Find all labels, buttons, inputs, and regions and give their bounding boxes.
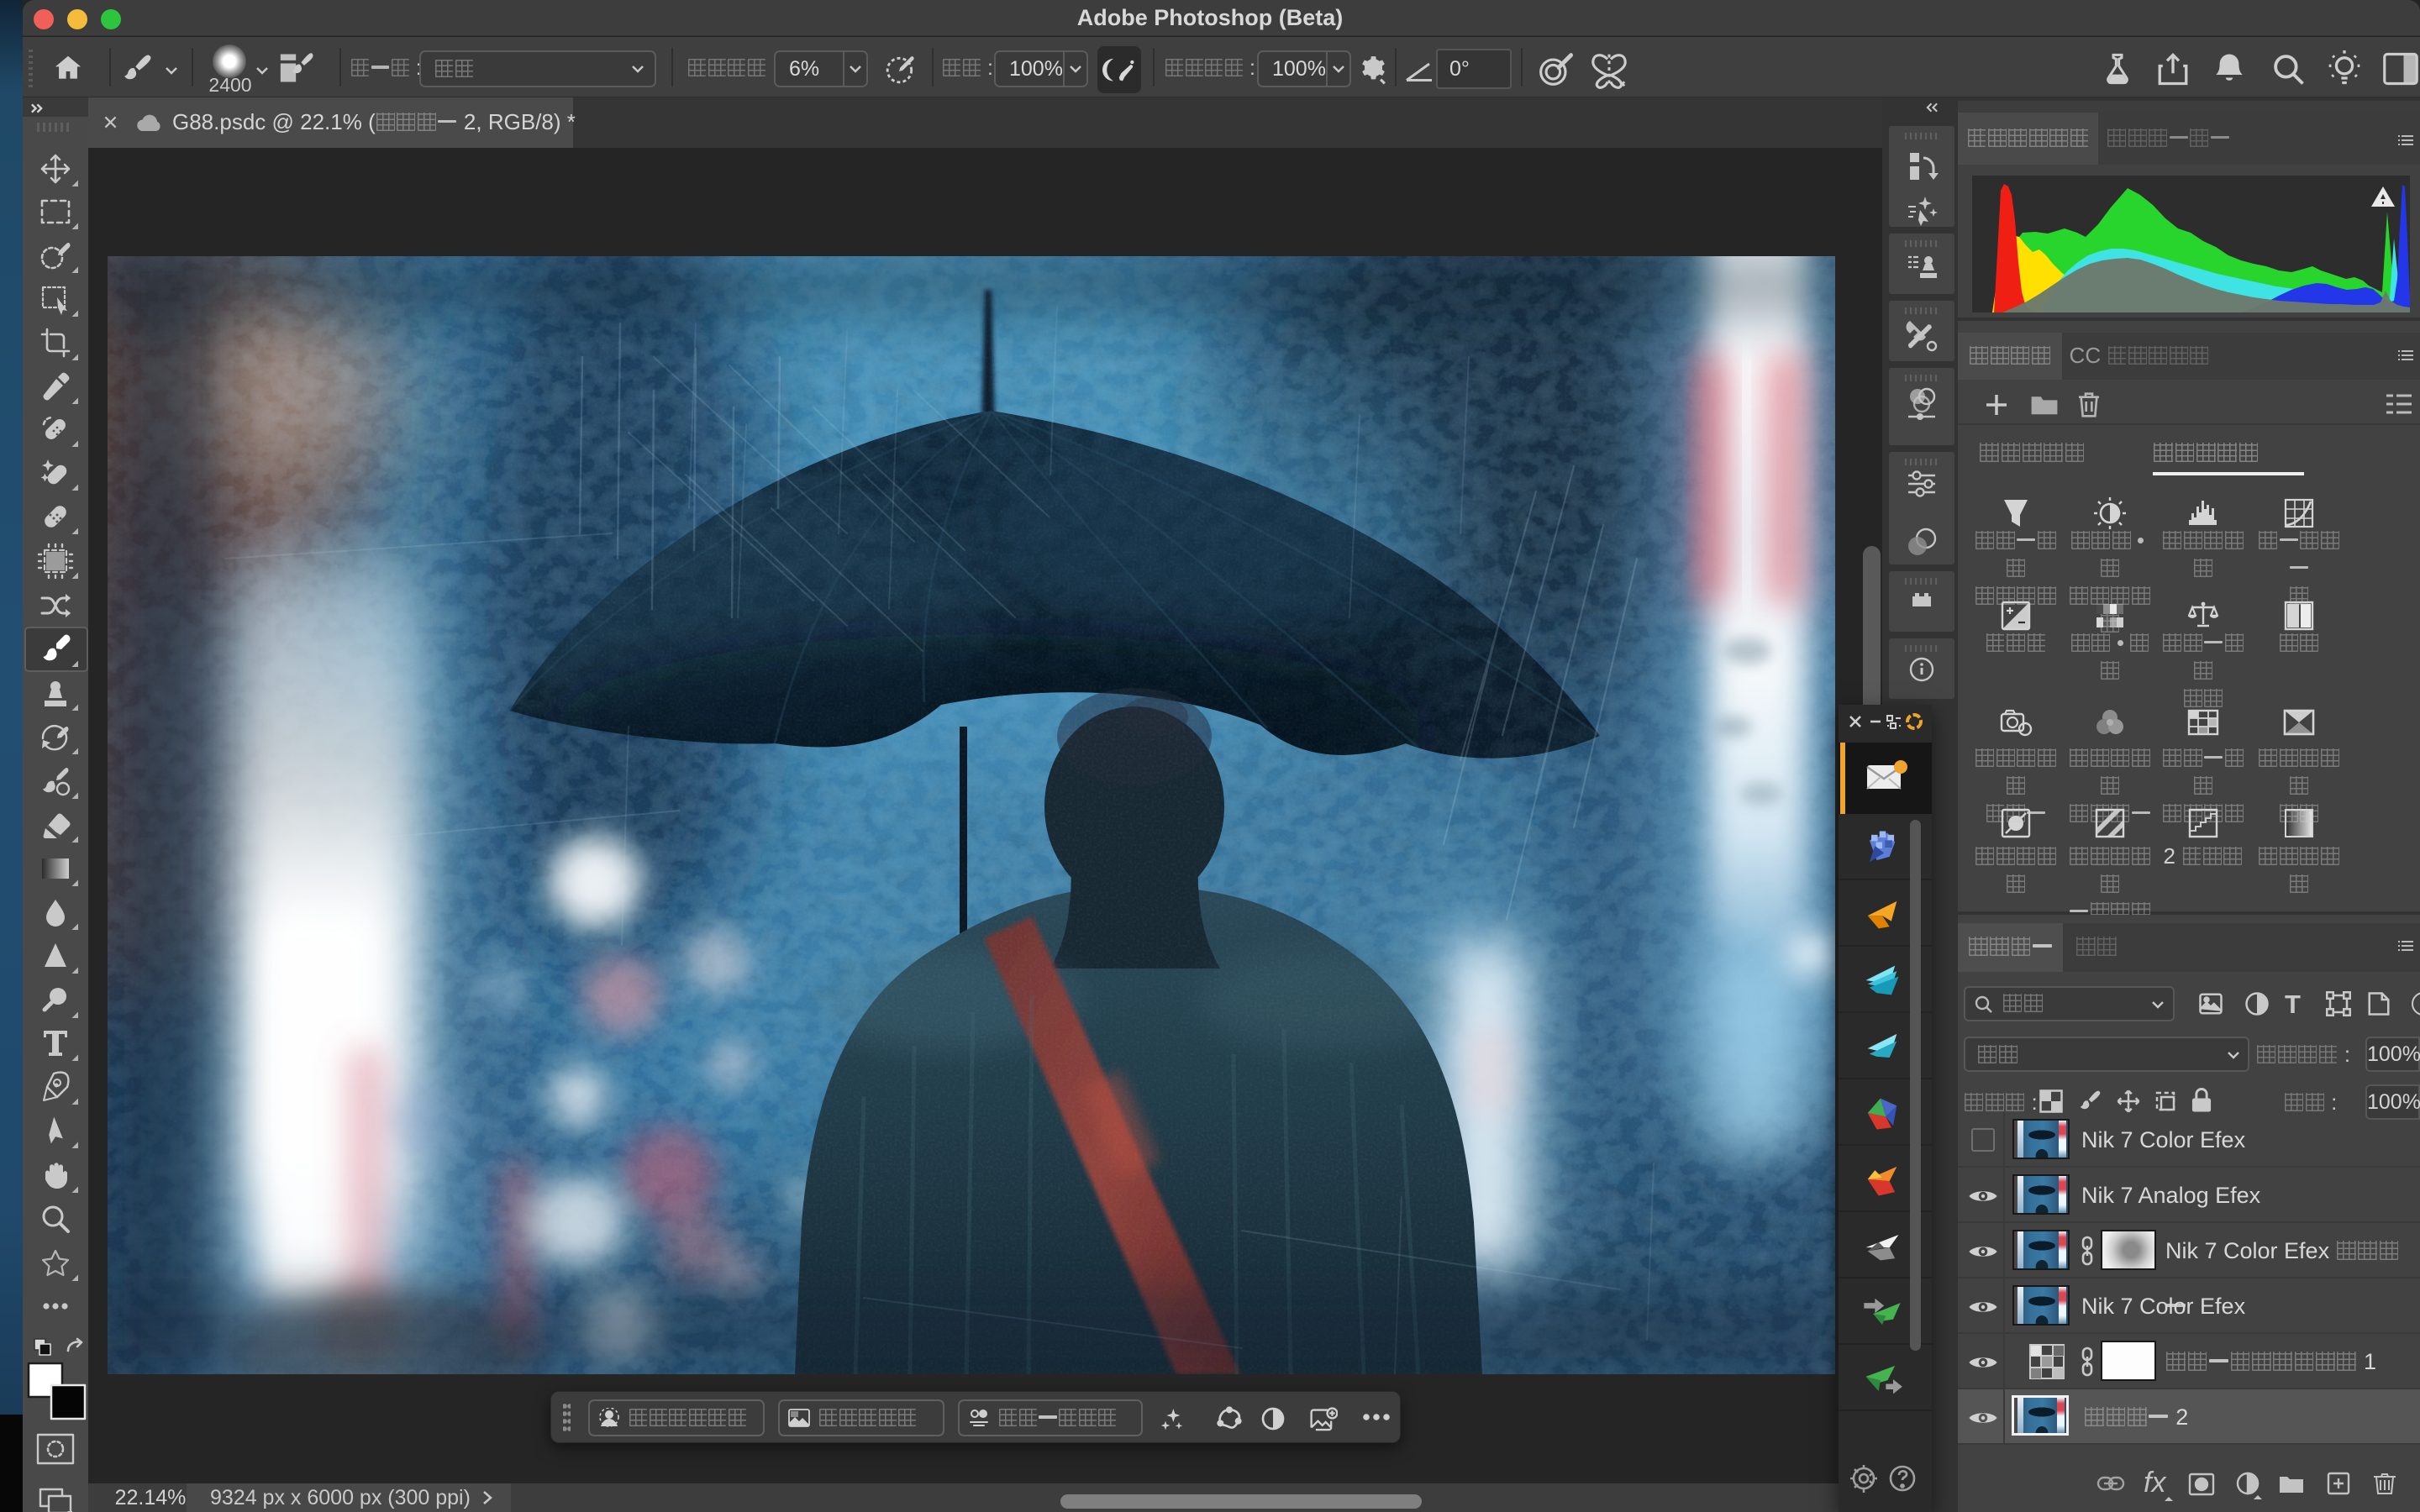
svg-text:fx: fx [2144, 1467, 2166, 1499]
